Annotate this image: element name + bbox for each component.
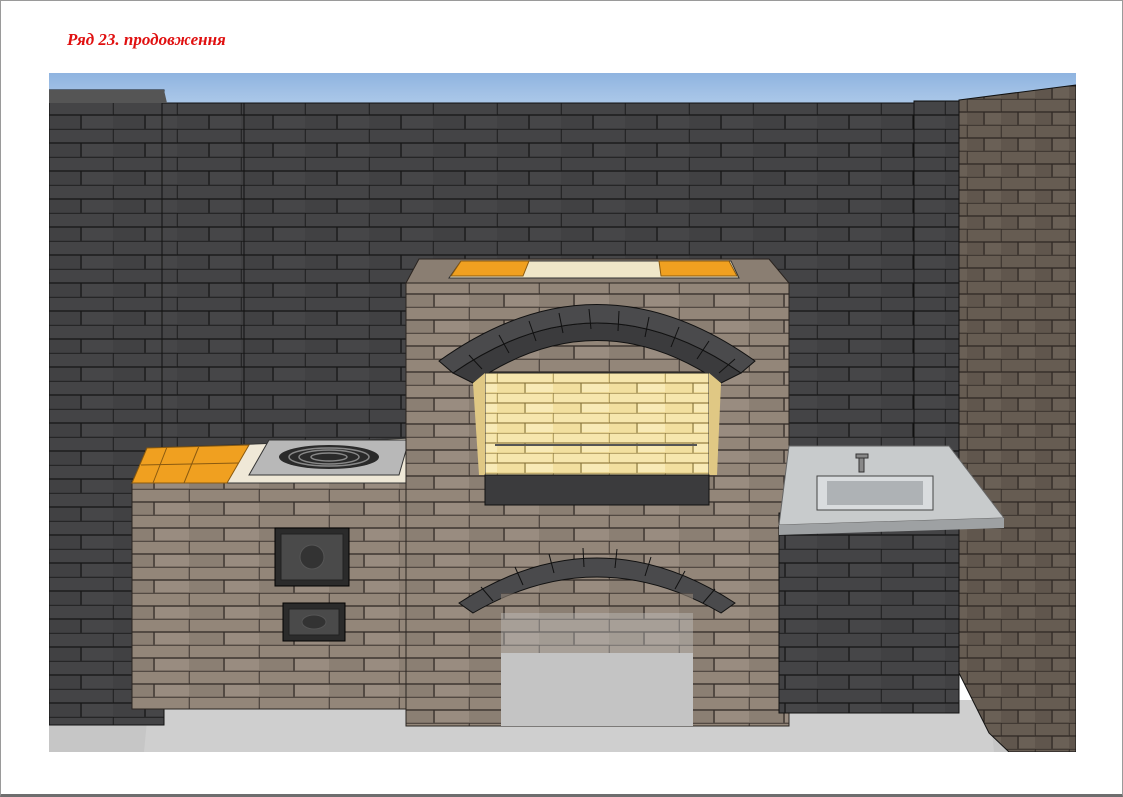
- page-title: Ряд 23. продовження: [67, 30, 226, 49]
- grill-chamber: [484, 372, 710, 476]
- right-pillar: [913, 100, 965, 482]
- outdoor-kitchen-illustration: [49, 73, 1076, 752]
- oven-top-tiles-left: [450, 260, 530, 277]
- right-side-wall: [958, 84, 1076, 752]
- sink-cabinet: [778, 512, 960, 714]
- oven-top-tiles-right: [658, 260, 738, 277]
- stove-body: [131, 480, 415, 710]
